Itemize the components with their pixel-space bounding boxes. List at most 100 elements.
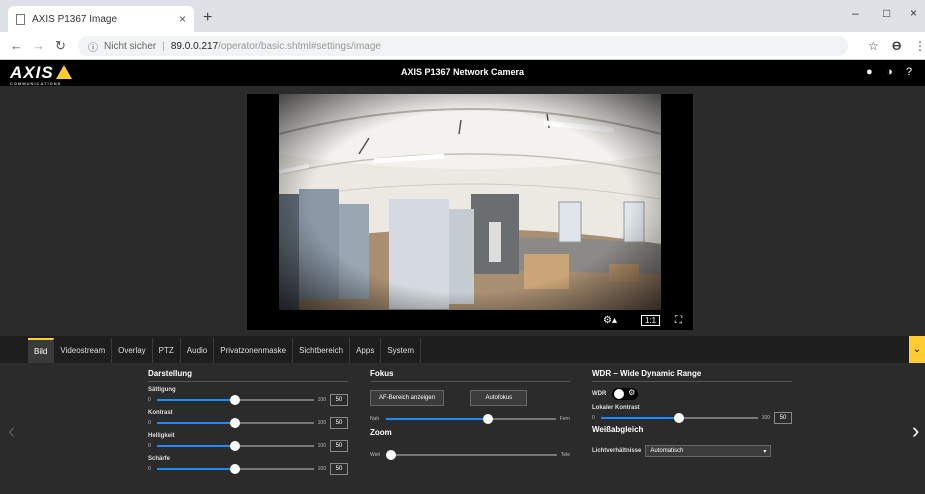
slider-label: Sättigung [148,387,176,393]
next-arrow-icon[interactable]: › [912,418,919,444]
slider-knob[interactable] [230,395,241,405]
video-player[interactable]: ⚙▴ 1:1 ⛶ [247,94,693,330]
slider-min: 0 [148,397,151,403]
bookmark-star-icon[interactable]: ☆ [868,39,879,53]
fullscreen-icon[interactable]: ⛶ [675,315,682,326]
slider-track[interactable] [157,395,314,405]
slider-track[interactable] [157,441,314,451]
camera-title: AXIS P1367 Network Camera [400,67,525,77]
aspect-ratio-button[interactable]: 1:1 [641,315,661,326]
tab-system[interactable]: System [381,338,421,363]
close-tab-icon[interactable]: × [179,12,186,26]
wide-label: Weit [370,452,380,458]
slider-knob[interactable] [230,418,241,428]
slider-label: Helligkeit [148,433,175,439]
back-arrow-icon[interactable]: ← [10,38,23,53]
tab-ptz[interactable]: PTZ [152,338,181,363]
slider-fill [157,422,236,424]
slider-value[interactable]: 50 [330,417,348,429]
slider-row: 0 100 50 [148,463,348,475]
slider-max: 100 [317,397,326,403]
local-contrast-min: 0 [592,415,595,421]
menu-kebab-icon[interactable]: ⋮ [914,39,925,53]
wdr-settings-icon[interactable]: ⚙ [628,388,635,397]
tab-videostream[interactable]: Videostream [54,338,113,363]
slider-track[interactable] [157,464,314,474]
maximize-button[interactable]: □ [883,6,890,20]
tab-overlay[interactable]: Overlay [112,338,153,363]
slider-track[interactable] [157,418,314,428]
minimize-button[interactable]: – [852,6,859,20]
tab-bild[interactable]: Bild [28,338,55,363]
slider-knob[interactable] [230,464,241,474]
browser-tab-bar: AXIS P1367 Image × + – □ × [0,0,925,32]
contrast-icon[interactable]: ◑ [886,66,893,78]
browser-tab-title: AXIS P1367 Image [32,13,118,25]
slider-min: 0 [148,466,151,472]
zoom-knob[interactable] [386,450,396,460]
document-icon [16,13,25,25]
tab-apps[interactable]: Apps [350,338,382,363]
slider-fill [157,445,236,447]
user-icon[interactable]: ● [866,66,873,78]
tab-audio[interactable]: Audio [180,338,215,363]
browser-tab[interactable]: AXIS P1367 Image × [8,6,194,32]
view-settings-icon[interactable]: ⚙▴ [603,315,617,326]
info-icon[interactable]: ⓘ [88,39,98,54]
focus-knob[interactable] [482,414,493,424]
local-contrast-value[interactable]: 50 [774,412,792,424]
close-window-button[interactable]: × [910,6,917,20]
new-tab-button[interactable]: + [203,9,212,27]
focus-slider-row: Nah Fern [370,414,570,424]
security-label: Nicht sicher [104,40,157,52]
autofocus-button[interactable]: Autofokus [470,390,528,406]
profile-icon[interactable]: ϴ [892,39,901,53]
collapse-toggle-icon[interactable]: ⌄ [909,336,925,363]
video-stage: ⚙▴ 1:1 ⛶ [0,86,925,336]
zoom-slider[interactable] [386,450,557,460]
zoom-heading: Zoom [370,428,392,437]
local-contrast-row: 0 100 50 [592,412,792,424]
wdr-label: WDR [592,391,607,397]
slider-knob[interactable] [230,441,241,451]
wdr-toggle[interactable]: ⚙ [612,388,639,400]
slider-label: Kontrast [148,410,173,416]
camera-header: AXIS COMMUNICATIONS AXIS P1367 Network C… [0,60,925,86]
local-contrast-knob[interactable] [674,413,685,423]
slider-value[interactable]: 50 [330,394,348,406]
focus-slider[interactable] [386,414,556,424]
help-icon[interactable]: ? [906,66,912,78]
slider-value[interactable]: 50 [330,463,348,475]
local-contrast-max: 100 [761,415,770,421]
slider-fill [157,399,236,401]
zoom-slider-row: Weit Tele [370,450,570,460]
light-conditions-value: Automatisch [650,448,684,454]
tele-label: Tele [560,452,570,458]
url-field[interactable]: ⓘ Nicht sicher | 89.0.0.217 /operator/ba… [78,36,848,56]
local-contrast-slider[interactable] [601,413,758,423]
prev-arrow-icon[interactable]: ‹ [8,418,15,444]
wdr-section: WDR – Wide Dynamic Range WDR ⚙ Lokaler K… [592,363,792,457]
tab-privatzonenmaske[interactable]: Privatzonenmaske [214,338,294,363]
far-label: Fern [559,416,570,422]
forward-arrow-icon[interactable]: → [32,38,45,53]
live-video-image [279,94,661,310]
light-conditions-label: Lichtverhältnisse [592,448,642,454]
toggle-knob [614,389,625,399]
focus-fill [386,418,488,420]
slider-label: Schärfe [148,456,171,462]
local-contrast-label: Lokaler Kontrast [592,405,640,411]
chevron-down-icon: ▾ [763,448,767,455]
darstellung-heading: Darstellung [148,369,348,382]
slider-max: 100 [317,443,326,449]
light-conditions-select[interactable]: Automatisch ▾ [645,445,772,457]
darstellung-sliders: Sättigung 0 100 50 Kontrast 0 100 50 Helligkeit 0… [148,387,348,475]
url-separator: | [162,40,165,52]
tab-sichtbereich[interactable]: Sichtbereich [293,338,351,363]
slider-value[interactable]: 50 [330,440,348,452]
url-path: /operator/basic.shtml#settings/image [218,40,381,52]
slider-row: 0 100 50 [148,440,348,452]
white-balance-heading: Weißabgleich [592,425,644,434]
af-area-button[interactable]: AF-Bereich anzeigen [370,390,445,406]
reload-icon[interactable]: ↻ [55,38,66,54]
